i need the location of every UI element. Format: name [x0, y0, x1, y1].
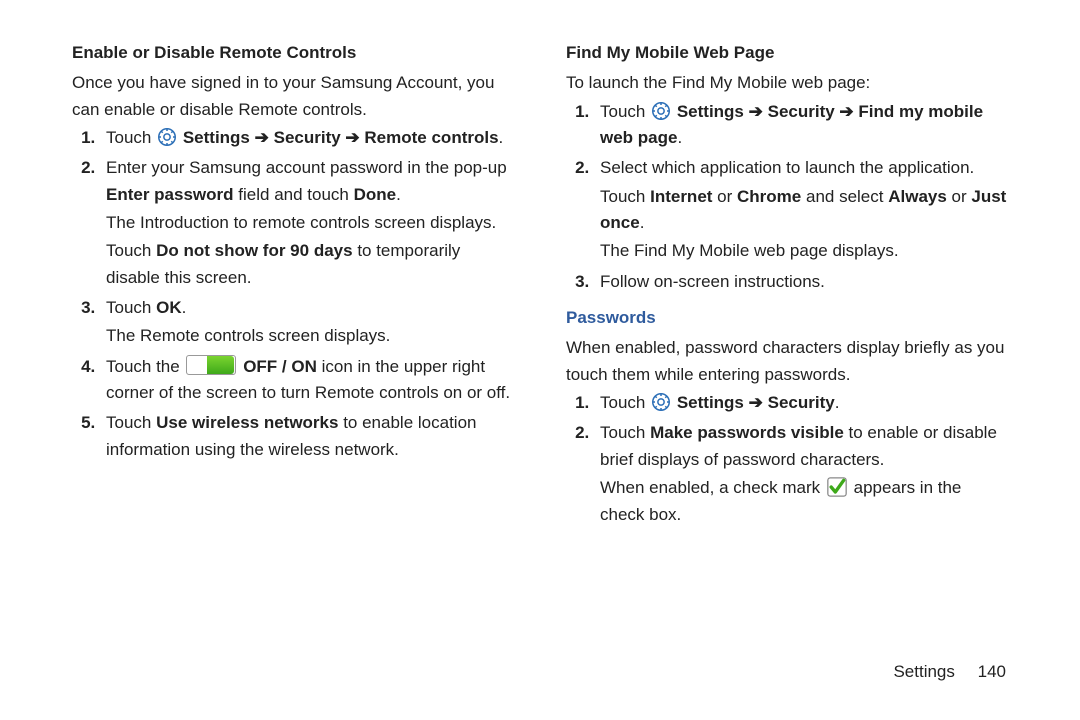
gear-icon	[158, 128, 176, 146]
text: Touch	[600, 423, 650, 442]
text: or	[952, 187, 972, 206]
intro-passwords: When enabled, password characters displa…	[566, 335, 1008, 388]
text: Enter your Samsung account password in t…	[106, 158, 507, 177]
intro-left: Once you have signed in to your Samsung …	[72, 70, 514, 123]
label-chrome: Chrome	[737, 187, 801, 206]
text: .	[396, 185, 401, 204]
step-5: Touch Use wireless networks to enable lo…	[100, 410, 514, 463]
text: Touch	[600, 393, 650, 412]
label-settings: Settings	[677, 393, 749, 412]
arrow-icon: ➔	[749, 393, 763, 412]
text: Touch the	[106, 357, 184, 376]
footer-page-number: 140	[978, 662, 1006, 681]
label-remote-controls: Remote controls	[364, 128, 498, 147]
label-do-not-show: Do not show for 90 days	[156, 241, 352, 260]
steps-passwords: Touch Settings ➔ Security. Touch Make pa…	[566, 390, 1008, 528]
text: Touch	[106, 413, 156, 432]
heading-right: Find My Mobile Web Page	[566, 40, 1008, 66]
text: Touch	[600, 102, 650, 121]
step-3-sub: The Remote controls screen displays.	[106, 323, 514, 349]
text: Touch	[106, 298, 156, 317]
left-column: Enable or Disable Remote Controls Once y…	[60, 40, 526, 720]
gear-icon	[652, 102, 670, 120]
text: .	[640, 213, 645, 232]
text: or	[717, 187, 737, 206]
step-2-sub2: Touch Do not show for 90 days to tempora…	[106, 238, 514, 291]
manual-page: Enable or Disable Remote Controls Once y…	[0, 0, 1080, 720]
label-internet: Internet	[650, 187, 712, 206]
text: .	[835, 393, 840, 412]
label-settings: Settings	[677, 102, 749, 121]
label-security: Security	[274, 128, 346, 147]
r-step-1: Touch Settings ➔ Security ➔ Find my mobi…	[594, 99, 1008, 152]
step-4: Touch the OFF / ON icon in the upper rig…	[100, 354, 514, 407]
arrow-icon: ➔	[749, 102, 763, 121]
checkmark-icon	[827, 477, 847, 497]
pw-step-2-sub: When enabled, a check mark appears in th…	[600, 475, 1008, 528]
arrow-icon: ➔	[839, 102, 853, 121]
step-2: Enter your Samsung account password in t…	[100, 155, 514, 291]
pw-step-1: Touch Settings ➔ Security.	[594, 390, 1008, 416]
text: Touch	[106, 241, 156, 260]
label-always: Always	[888, 187, 947, 206]
step-2-sub1: The Introduction to remote controls scre…	[106, 210, 514, 236]
intro-right: To launch the Find My Mobile web page:	[566, 70, 1008, 96]
right-column: Find My Mobile Web Page To launch the Fi…	[554, 40, 1020, 720]
toggle-off-on-icon	[186, 355, 236, 375]
pw-step-2: Touch Make passwords visible to enable o…	[594, 420, 1008, 527]
text: .	[182, 298, 187, 317]
steps-left: Touch Settings ➔ Security ➔ Remote contr…	[72, 125, 514, 463]
text: .	[677, 128, 682, 147]
step-3: Touch OK. The Remote controls screen dis…	[100, 295, 514, 350]
arrow-icon: ➔	[345, 128, 359, 147]
r-step-2-sub2: The Find My Mobile web page displays.	[600, 238, 1008, 264]
label-settings: Settings	[183, 128, 255, 147]
arrow-icon: ➔	[255, 128, 269, 147]
text: Touch	[106, 128, 156, 147]
page-footer: Settings 140	[893, 662, 1006, 682]
label-done: Done	[354, 185, 397, 204]
label-ok: OK	[156, 298, 182, 317]
step-1: Touch Settings ➔ Security ➔ Remote contr…	[100, 125, 514, 151]
label-off-on: OFF / ON	[243, 357, 317, 376]
text: Select which application to launch the a…	[600, 158, 974, 177]
label-security: Security	[768, 393, 835, 412]
r-step-3: Follow on-screen instructions.	[594, 269, 1008, 295]
text: Touch	[600, 187, 650, 206]
text: When enabled, a check mark	[600, 478, 825, 497]
r-step-2-sub1: Touch Internet or Chrome and select Alwa…	[600, 184, 1008, 237]
gear-icon	[652, 393, 670, 411]
text: and select	[806, 187, 888, 206]
steps-right: Touch Settings ➔ Security ➔ Find my mobi…	[566, 99, 1008, 295]
footer-section: Settings	[893, 662, 954, 681]
label-make-passwords-visible: Make passwords visible	[650, 423, 844, 442]
text: .	[499, 128, 504, 147]
label-use-wireless: Use wireless networks	[156, 413, 338, 432]
heading-left: Enable or Disable Remote Controls	[72, 40, 514, 66]
label-security: Security	[768, 102, 840, 121]
text: field and touch	[238, 185, 353, 204]
r-step-2: Select which application to launch the a…	[594, 155, 1008, 264]
heading-passwords: Passwords	[566, 305, 1008, 331]
label-enter-password: Enter password	[106, 185, 234, 204]
